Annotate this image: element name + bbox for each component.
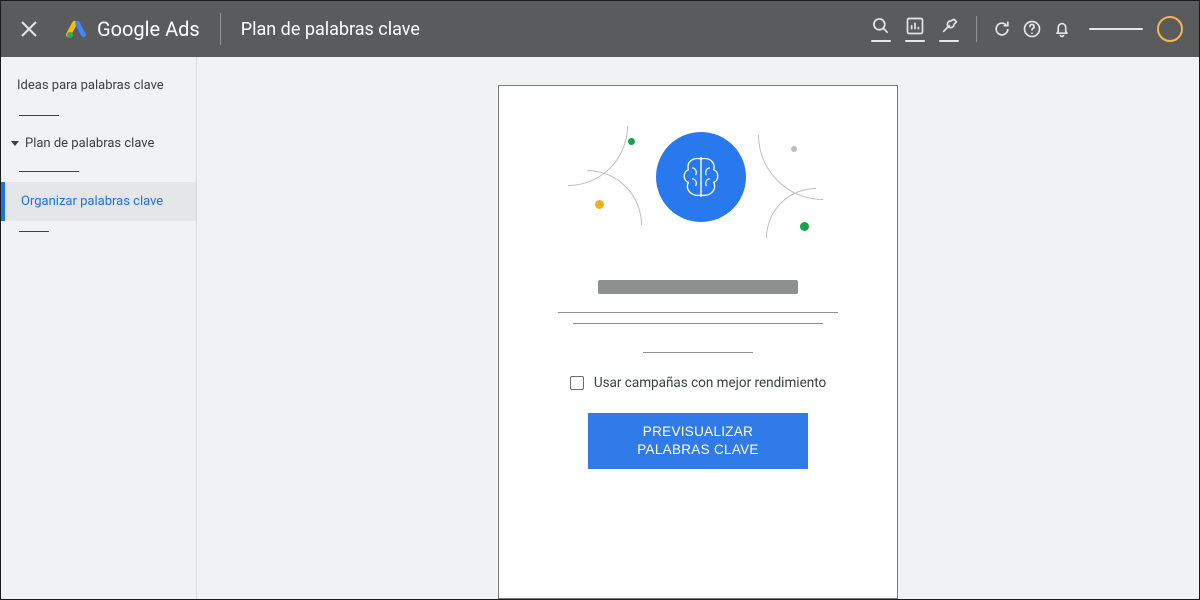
sidebar-item-ideas[interactable]: Ideas para palabras clave (1, 67, 196, 105)
header-actions (864, 9, 1183, 49)
app-header: Google Ads Plan de palabras clave (1, 1, 1199, 57)
close-icon (20, 20, 38, 38)
checkbox-label: Usar campañas con mejor rendimiento (594, 375, 826, 391)
account-placeholder (1089, 28, 1143, 30)
brand-name: Google Ads (97, 17, 200, 41)
sidebar-separator (19, 115, 59, 116)
sidebar-item-plan[interactable]: Plan de palabras clave (1, 126, 196, 161)
refresh-button[interactable] (987, 9, 1017, 49)
organize-card: Usar campañas con mejor rendimiento PREV… (498, 85, 898, 599)
search-button[interactable] (864, 9, 898, 49)
sidebar-separator (19, 171, 79, 172)
google-ads-logo-icon (65, 18, 87, 40)
notifications-button[interactable] (1047, 9, 1077, 49)
header-divider (220, 13, 221, 45)
sidebar-item-organize[interactable]: Organizar palabras clave (1, 182, 196, 221)
title-placeholder (598, 280, 798, 294)
help-button[interactable] (1017, 9, 1047, 49)
brand-logo-group: Google Ads (65, 17, 200, 41)
sidebar: Ideas para palabras clave Plan de palabr… (1, 57, 197, 599)
text-placeholder (558, 312, 838, 313)
main-content: Usar campañas con mejor rendimiento PREV… (197, 57, 1199, 599)
sidebar-item-label: Plan de palabras clave (25, 136, 154, 151)
refresh-icon (992, 19, 1012, 39)
reports-button[interactable] (898, 9, 932, 49)
text-placeholder (643, 352, 753, 353)
help-icon (1022, 19, 1042, 39)
header-divider (976, 16, 977, 42)
wrench-icon (939, 16, 959, 36)
search-icon (871, 16, 891, 36)
checkbox-row: Usar campañas con mejor rendimiento (570, 375, 826, 391)
page-title: Plan de palabras clave (241, 19, 420, 40)
illustration (528, 110, 868, 260)
chevron-down-icon (11, 141, 19, 146)
bar-chart-icon (905, 16, 925, 36)
close-button[interactable] (17, 17, 41, 41)
bell-icon (1052, 19, 1072, 39)
brain-icon (656, 132, 746, 222)
account-avatar[interactable] (1157, 16, 1183, 42)
sidebar-separator (19, 231, 49, 232)
tools-button[interactable] (932, 9, 966, 49)
text-placeholder (573, 323, 823, 324)
preview-keywords-button[interactable]: PREVISUALIZAR PALABRAS CLAVE (588, 413, 808, 469)
use-best-campaigns-checkbox[interactable] (570, 376, 584, 390)
